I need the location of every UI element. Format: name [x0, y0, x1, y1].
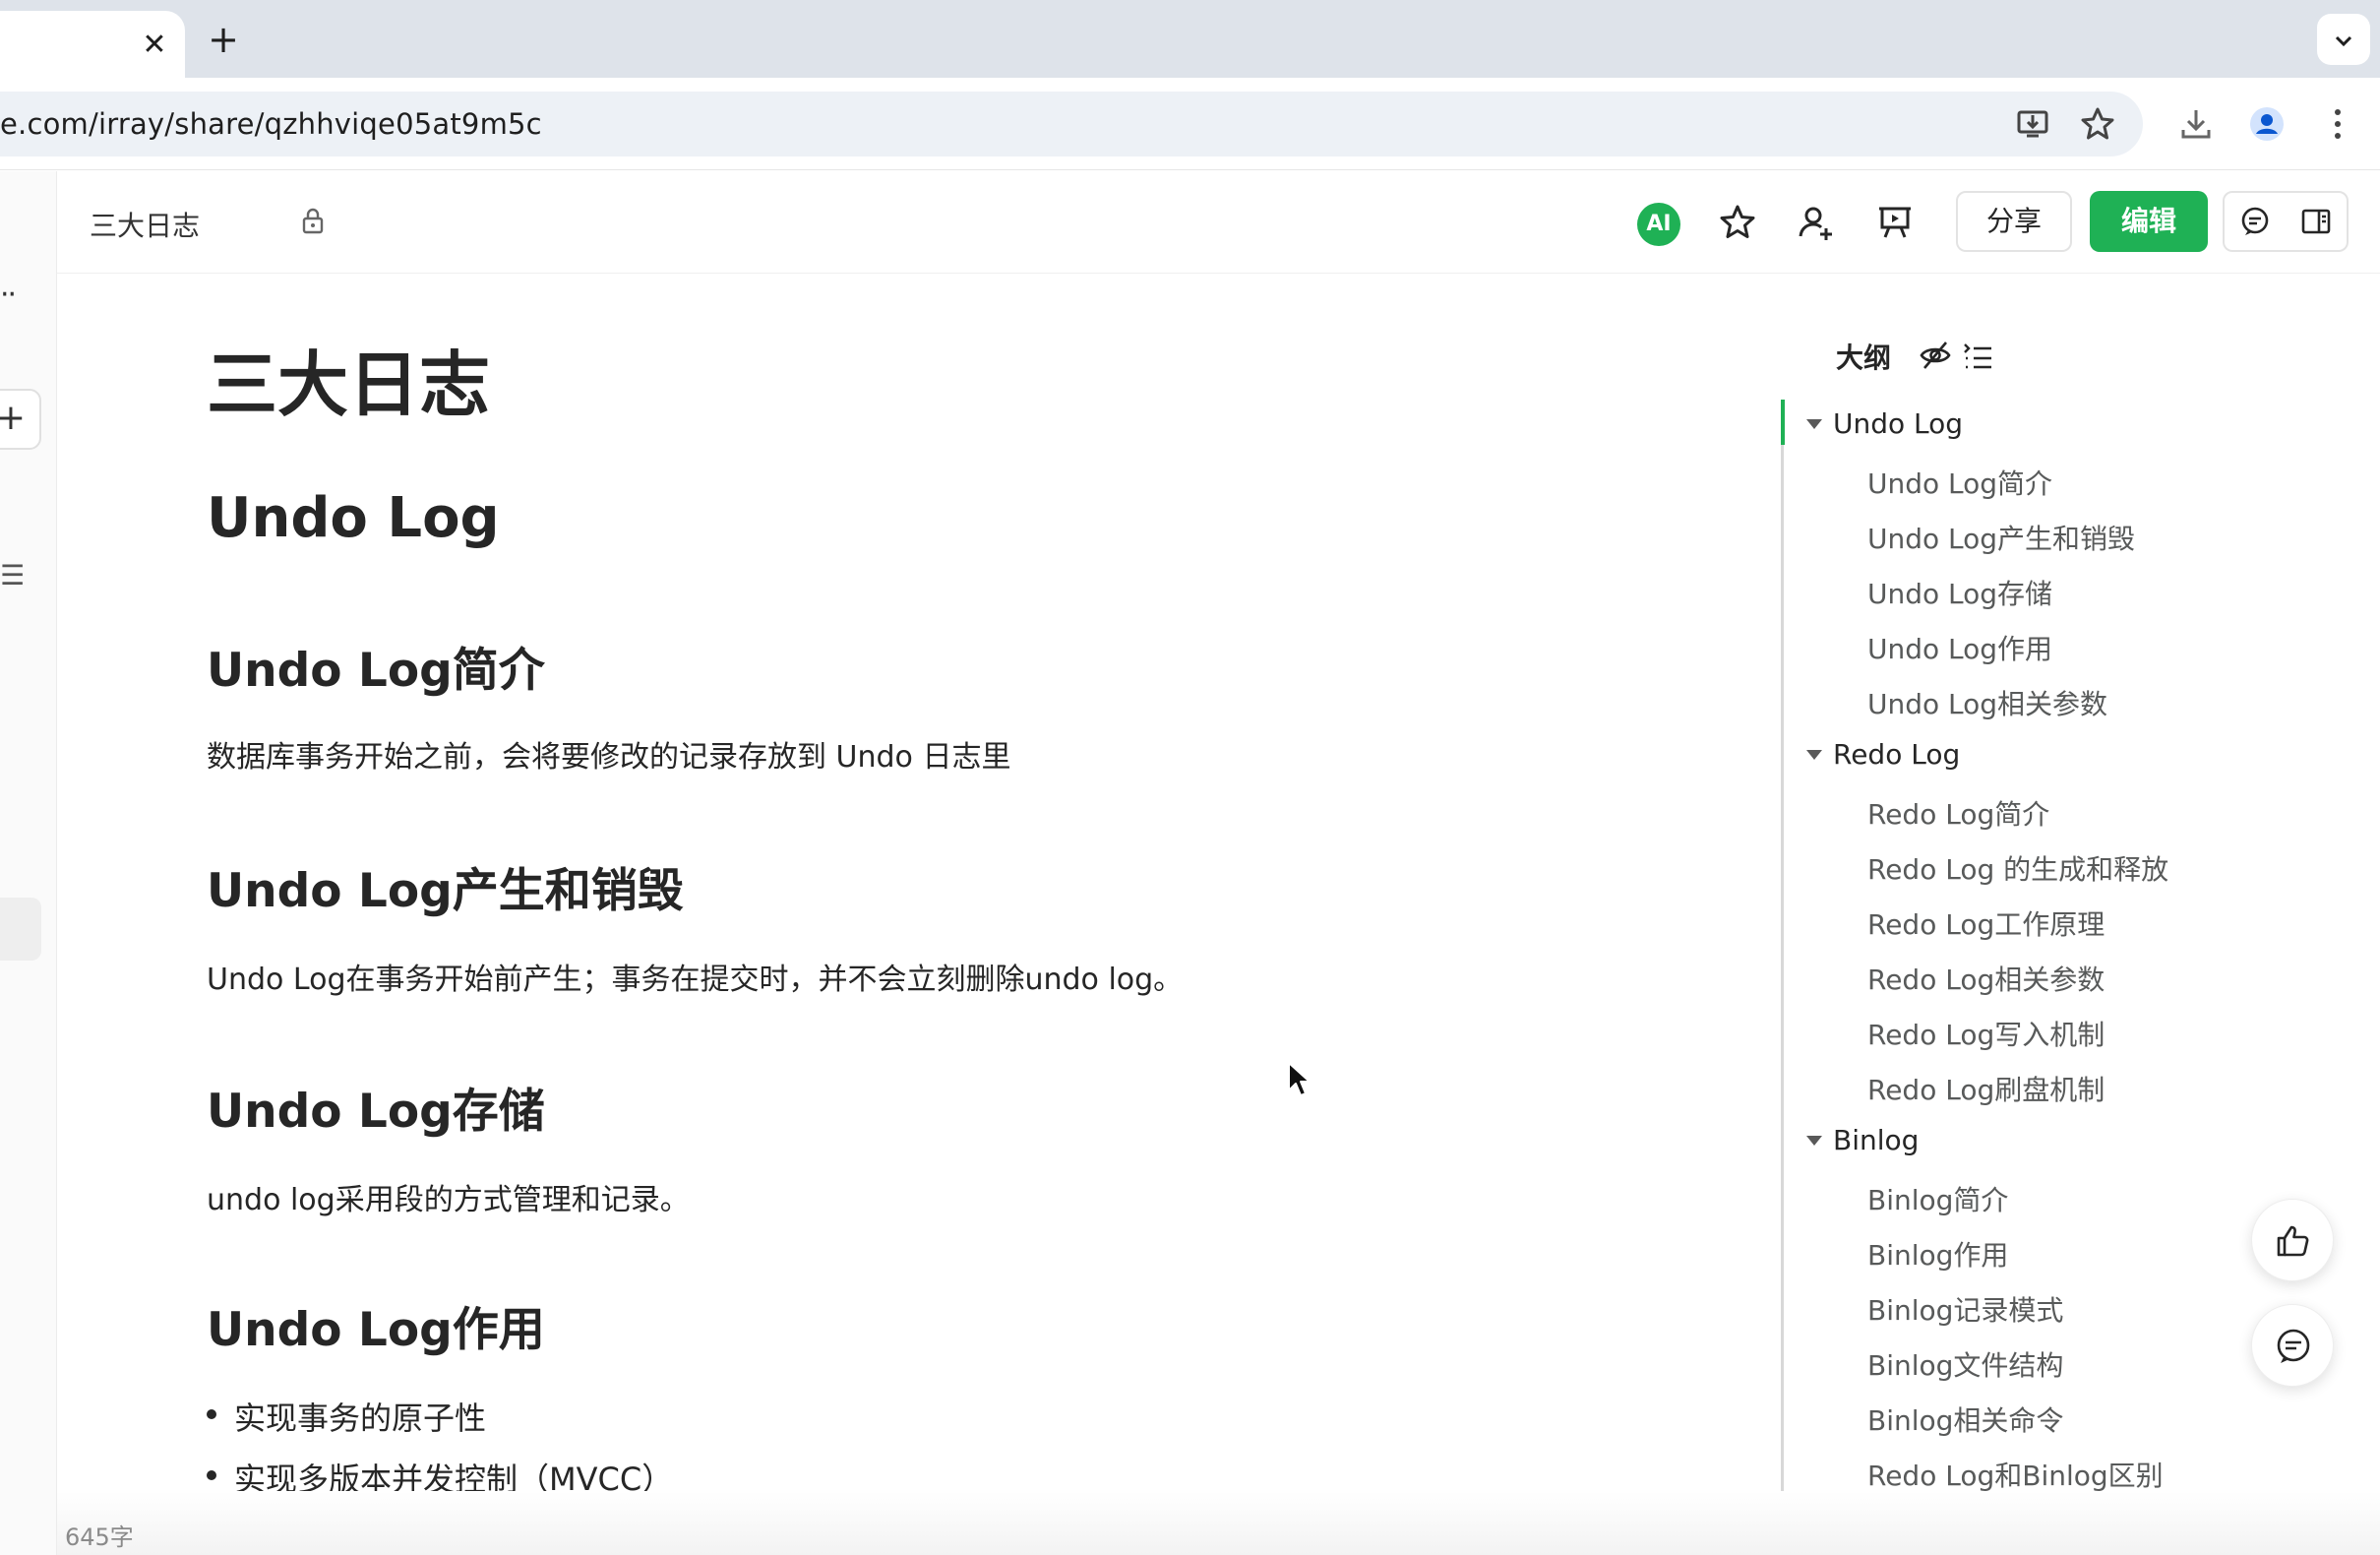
lock-icon: [301, 207, 325, 238]
outline-item[interactable]: Redo Log工作原理: [1867, 903, 2105, 943]
outline-item-redo-log[interactable]: Redo Log: [1833, 738, 1960, 771]
outline-item[interactable]: Redo Log写入机制: [1867, 1014, 2105, 1053]
ai-assistant-button[interactable]: AI: [1637, 203, 1680, 246]
like-button[interactable]: [2251, 1199, 2334, 1281]
install-app-icon[interactable]: [2011, 102, 2054, 146]
outline-item[interactable]: Undo Log作用: [1867, 628, 2052, 667]
presentation-icon[interactable]: [1867, 195, 1922, 250]
outline-item[interactable]: Undo Log存储: [1867, 573, 2052, 612]
outline-item[interactable]: Undo Log简介: [1867, 463, 2052, 502]
sidebar-list-icon[interactable]: ☰: [0, 559, 25, 591]
outline-item[interactable]: Binlog相关命令: [1867, 1400, 2063, 1439]
list-item: 实现事务的原子性: [206, 1394, 487, 1439]
subsection-heading: Undo Log简介: [207, 644, 545, 698]
outline-item[interactable]: Redo Log刷盘机制: [1867, 1069, 2105, 1108]
bookmark-star-icon[interactable]: [2076, 102, 2119, 146]
caret-down-icon[interactable]: [1806, 750, 1822, 760]
close-tab-icon[interactable]: ✕: [138, 29, 171, 62]
doc-title: 三大日志: [207, 343, 491, 426]
outline-item[interactable]: Redo Log相关参数: [1867, 959, 2105, 998]
outline-item[interactable]: Undo Log相关参数: [1867, 683, 2107, 722]
comment-icon[interactable]: [2225, 193, 2286, 250]
thumbs-up-icon: [2277, 1225, 2309, 1257]
add-collaborator-icon[interactable]: [1789, 195, 1844, 250]
outline-item[interactable]: Redo Log和Binlog区别: [1867, 1455, 2164, 1494]
comment-button[interactable]: [2251, 1304, 2334, 1387]
download-icon[interactable]: [2174, 102, 2218, 146]
outline-title: 大纲: [1836, 342, 1892, 374]
browser-toolbar: e.com/irray/share/qzhhviqe05at9m5c: [0, 78, 2380, 170]
outline-item-undo-log[interactable]: Undo Log: [1833, 407, 1963, 440]
favorite-star-icon[interactable]: [1710, 195, 1765, 250]
outline-item[interactable]: Binlog记录模式: [1867, 1289, 2063, 1329]
sidebar-add-button[interactable]: +: [0, 389, 41, 450]
browser-tab[interactable]: ✕: [0, 11, 185, 78]
breadcrumb[interactable]: 三大日志: [90, 205, 200, 244]
browser-tabstrip: ✕ +: [0, 0, 2380, 78]
subsection-heading: Undo Log作用: [207, 1303, 545, 1357]
paragraph: Undo Log在事务开始前产生；事务在提交时，并不会立刻删除undo log。: [207, 963, 1184, 997]
comment-bubble-icon: [2277, 1329, 2310, 1363]
outline-item[interactable]: Undo Log产生和销毁: [1867, 518, 2135, 557]
caret-down-icon[interactable]: [1806, 419, 1822, 429]
view-toggle-group: [2223, 191, 2349, 252]
tab-search-button[interactable]: [2317, 14, 2370, 65]
subsection-heading: Undo Log产生和销毁: [207, 864, 684, 918]
left-sidebar: [0, 171, 57, 1555]
outline-item-binlog[interactable]: Binlog: [1833, 1124, 1919, 1156]
more-menu-icon[interactable]: [2316, 102, 2359, 146]
caret-down-icon[interactable]: [1806, 1136, 1822, 1146]
subsection-heading: Undo Log存储: [207, 1085, 545, 1139]
url-text[interactable]: e.com/irray/share/qzhhviqe05at9m5c: [0, 107, 542, 141]
sidebar-selected-item[interactable]: [0, 898, 41, 961]
address-bar[interactable]: e.com/irray/share/qzhhviqe05at9m5c: [0, 92, 2143, 156]
outline-level-icon[interactable]: [1962, 339, 1995, 376]
outline-active-indicator: [1781, 400, 1785, 445]
paragraph: 数据库事务开始之前，会将要修改的记录存放到 Undo 日志里: [207, 740, 1011, 775]
bottom-fade: [57, 1491, 2380, 1555]
profile-avatar-icon[interactable]: [2245, 102, 2288, 146]
doc-header: 三大日志 AI 分享 编辑: [57, 171, 2380, 274]
edit-button[interactable]: 编辑: [2090, 191, 2208, 252]
new-tab-button[interactable]: +: [207, 20, 240, 59]
paragraph: undo log采用段的方式管理和记录。: [207, 1183, 690, 1217]
share-button[interactable]: 分享: [1956, 191, 2072, 252]
outline-item[interactable]: Binlog简介: [1867, 1179, 2008, 1218]
word-count: 645字: [65, 1524, 134, 1551]
mouse-cursor-icon: [1287, 1061, 1312, 1102]
outline-item[interactable]: Redo Log简介: [1867, 793, 2049, 833]
section-heading: Undo Log: [207, 486, 500, 550]
outline-track: [1781, 400, 1784, 1494]
sidebar-more-icon[interactable]: ··: [0, 278, 17, 312]
chevron-down-icon: [2335, 35, 2352, 47]
list-item-text: 实现事务的原子性: [234, 1400, 487, 1437]
outline-panel: 大纲 Undo Log Undo Log简介 Undo Log产生和销毁 Und…: [1777, 274, 2210, 1494]
panel-toggle-icon[interactable]: [2286, 193, 2347, 250]
outline-item[interactable]: Binlog作用: [1867, 1234, 2008, 1274]
outline-item[interactable]: Binlog文件结构: [1867, 1344, 2063, 1384]
hide-outline-icon[interactable]: [1919, 339, 1952, 376]
outline-item[interactable]: Redo Log 的生成和释放: [1867, 848, 2168, 888]
